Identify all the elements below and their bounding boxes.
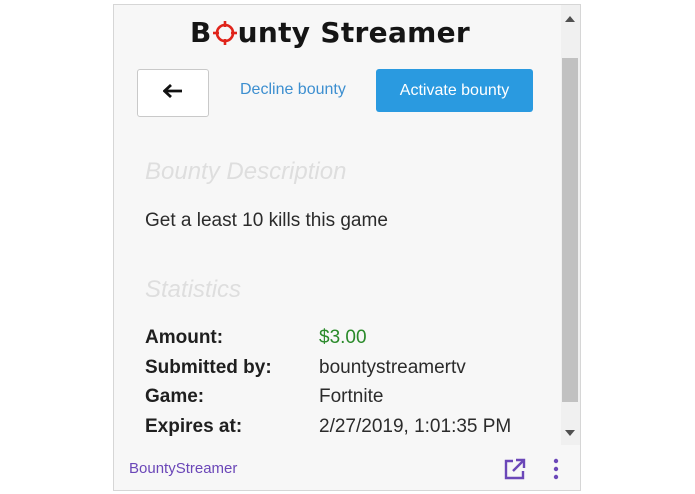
extension-panel: Bunty Streamer Decline bounty Activate b… <box>113 4 581 491</box>
vertical-scrollbar[interactable] <box>561 5 580 445</box>
popout-icon[interactable] <box>503 457 527 486</box>
logo-text-start: B <box>190 16 212 49</box>
statistics-heading: Statistics <box>145 276 242 303</box>
stat-value-amount: $3.00 <box>319 327 367 348</box>
stat-label: Expires at: <box>145 415 243 437</box>
scrollbar-thumb[interactable] <box>562 58 578 402</box>
stat-value-submitter: bountystreamertv <box>319 356 466 378</box>
stat-label: Game: <box>145 386 205 407</box>
more-vertical-icon[interactable] <box>552 457 560 486</box>
arrow-left-icon <box>162 83 183 103</box>
decline-bounty-link[interactable]: Decline bounty <box>240 81 346 99</box>
stat-value-expiry: 2/27/2019, 1:01:35 PM <box>319 415 512 437</box>
bounty-streamer-logo: Bunty Streamer <box>190 15 490 51</box>
back-button[interactable] <box>137 69 209 117</box>
stat-value-game: Fortnite <box>319 386 384 407</box>
logo-text-end: unty Streamer <box>237 16 471 49</box>
stat-label: Amount: <box>145 327 224 348</box>
stat-label: Submitted by: <box>145 356 272 378</box>
bounty-description-text: Get a least 10 kills this game <box>145 210 388 231</box>
description-heading: Bounty Description <box>145 158 347 185</box>
crosshair-icon <box>212 19 237 47</box>
scroll-up-icon[interactable] <box>564 13 576 25</box>
scroll-down-icon[interactable] <box>564 427 576 439</box>
activate-bounty-button[interactable]: Activate bounty <box>376 69 533 112</box>
footer-brand-label[interactable]: BountyStreamer <box>129 460 237 477</box>
